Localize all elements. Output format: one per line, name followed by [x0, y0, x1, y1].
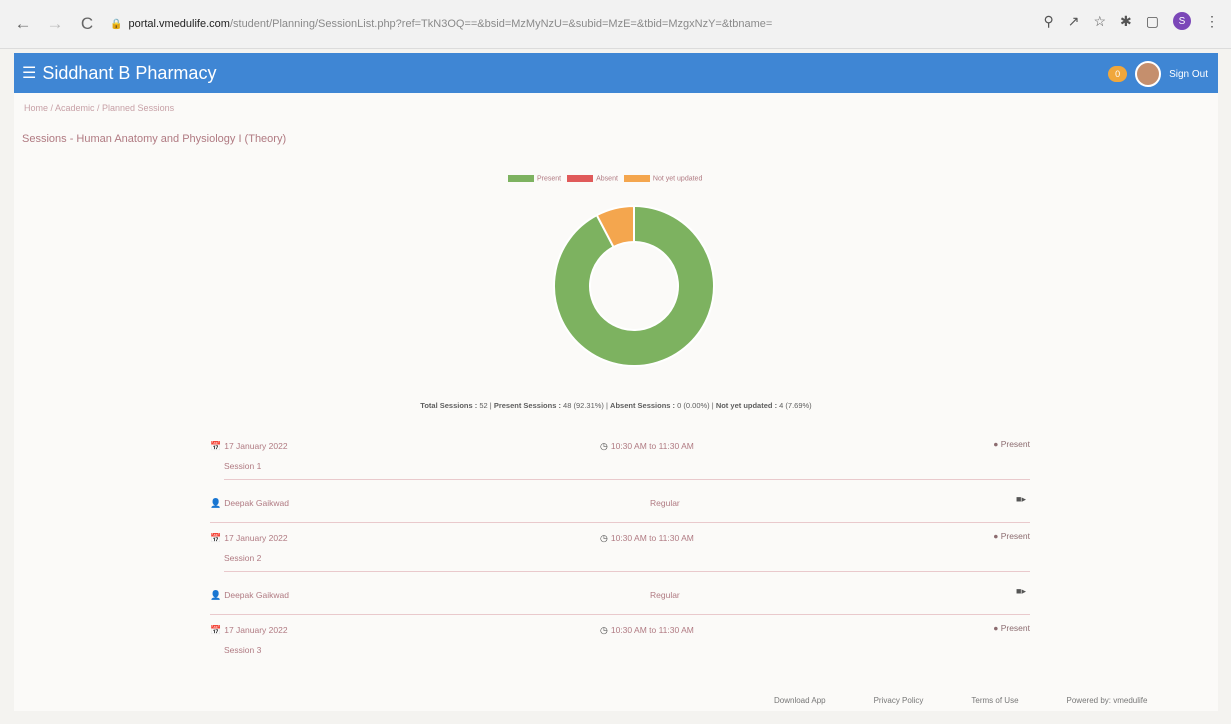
share-icon[interactable]: ↗ [1068, 13, 1080, 30]
calendar-icon: 📅 [210, 441, 222, 451]
teacher-name: 👤 Deepak Gaikwad [210, 590, 289, 601]
session-date-text: 17 January 2022 [224, 625, 288, 635]
attendance-donut [553, 204, 715, 367]
footer-download-app[interactable]: Download App [774, 696, 826, 705]
session-time: ◷ 10:30 AM to 11:30 AM [600, 441, 694, 452]
forward-button[interactable]: → [46, 14, 64, 34]
status-text: Present [1000, 439, 1030, 449]
page-title: Sessions - Human Anatomy and Physiology … [22, 133, 287, 145]
legend-present[interactable]: Present [508, 175, 561, 182]
session-date: 📅 17 January 2022 [210, 441, 288, 452]
footer-terms[interactable]: Terms of Use [971, 696, 1018, 705]
summary-total: 52 [479, 401, 488, 410]
session-date-text: 17 January 2022 [224, 441, 288, 451]
session-time-text: 10:30 AM to 11:30 AM [610, 441, 694, 451]
summary-not-updated: 4 (7.69%) [779, 401, 812, 410]
calendar-icon: 📅 [210, 625, 222, 635]
session-date: 📅 17 January 2022 [210, 533, 288, 544]
user-icon: 👤 [210, 590, 222, 600]
session-date: 📅 17 January 2022 [210, 625, 288, 636]
calendar-icon: 📅 [210, 533, 222, 543]
app-title-link[interactable]: ☰ Siddhant B Pharmacy [22, 63, 216, 84]
menu-icon[interactable]: ☰ [22, 63, 36, 83]
status-badge: ● Present [993, 531, 1030, 541]
footer-powered-by[interactable]: Powered by: vmedulife [1067, 696, 1148, 705]
legend-label-not-updated: Not yet updated [652, 175, 703, 183]
session-time: ◷ 10:30 AM to 11:30 AM [600, 533, 694, 544]
session-name: Session 3 [224, 645, 262, 655]
session-card[interactable]: 📅 17 January 2022 ◷ 10:30 AM to 11:30 AM ●… [210, 431, 1030, 480]
session-card[interactable]: 📅 17 January 2022 ◷ 10:30 AM to 11:30 AM ●… [210, 615, 1030, 663]
footer: Download App Privacy Policy Terms of Use… [774, 696, 1147, 705]
legend-swatch-absent [567, 175, 594, 182]
profile-avatar[interactable]: S [1173, 12, 1191, 30]
legend-absent[interactable]: Absent [567, 175, 618, 182]
session-name: Session 1 [224, 461, 262, 471]
chart-legend: Present Absent Not yet updated [508, 175, 702, 182]
address-bar[interactable]: 🔒 portal.vmedulife.com /student/Planning… [110, 18, 970, 30]
main-content: Home / Academic / Planned Sessions Sessi… [14, 93, 1218, 711]
sign-out-link[interactable]: Sign Out [1169, 69, 1208, 80]
teacher-name-text: Deepak Gaikwad [224, 498, 289, 508]
lock-icon: 🔒 [110, 18, 123, 30]
summary-absent-label: Absent Sessions : [610, 401, 676, 410]
video-icon[interactable]: ■▸ [1016, 494, 1026, 505]
summary-not-updated-label: Not yet updated : [715, 401, 778, 410]
session-card[interactable]: 📅 17 January 2022 ◷ 10:30 AM to 11:30 AM ●… [210, 523, 1030, 572]
summary-present: 48 (92.31%) [563, 401, 604, 410]
teacher-name-text: Deepak Gaikwad [224, 590, 289, 600]
session-type: Regular [650, 498, 680, 508]
status-text: Present [1000, 623, 1030, 633]
bookmark-star-icon[interactable]: ☆ [1093, 13, 1106, 30]
summary-absent: 0 (0.00%) [677, 401, 710, 410]
session-time-text: 10:30 AM to 11:30 AM [610, 625, 694, 635]
session-time: ◷ 10:30 AM to 11:30 AM [600, 625, 694, 636]
teacher-name: 👤 Deepak Gaikwad [210, 498, 289, 509]
notification-badge[interactable]: 0 [1108, 66, 1128, 82]
session-list: 📅 17 January 2022 ◷ 10:30 AM to 11:30 AM ●… [210, 431, 1030, 663]
status-text: Present [1000, 531, 1030, 541]
more-menu-icon[interactable]: ⋮ [1205, 13, 1219, 30]
status-badge: ● Present [993, 623, 1030, 633]
reload-button[interactable]: C [78, 14, 96, 34]
tab-window-icon[interactable]: ▢ [1146, 13, 1159, 30]
url-path: /student/Planning/SessionList.php?ref=Tk… [229, 18, 773, 30]
header-user-area: 0 Sign Out [1108, 61, 1208, 87]
summary-total-label: Total Sessions : [420, 401, 478, 410]
legend-label-absent: Absent [596, 175, 618, 183]
browser-actions: ⚲ ↗ ☆ ✱ ▢ S ⋮ [1043, 12, 1219, 30]
clock-icon: ◷ [600, 441, 608, 451]
session-date-text: 17 January 2022 [224, 533, 288, 543]
breadcrumb[interactable]: Home / Academic / Planned Sessions [24, 103, 174, 113]
session-name: Session 2 [224, 553, 262, 563]
status-badge: ● Present [993, 439, 1030, 449]
user-icon: 👤 [210, 498, 222, 508]
teacher-row: 👤 Deepak Gaikwad Regular ■▸ [210, 480, 1030, 523]
clock-icon: ◷ [600, 625, 608, 635]
legend-label-present: Present [537, 175, 562, 183]
back-button[interactable]: ← [14, 14, 32, 34]
zoom-icon[interactable]: ⚲ [1043, 13, 1053, 30]
browser-toolbar: ← → C 🔒 portal.vmedulife.com /student/Pl… [0, 0, 1231, 49]
video-icon[interactable]: ■▸ [1016, 586, 1026, 597]
url-host: portal.vmedulife.com [128, 18, 230, 30]
session-time-text: 10:30 AM to 11:30 AM [610, 533, 694, 543]
app-title: Siddhant B Pharmacy [42, 62, 217, 83]
extensions-icon[interactable]: ✱ [1120, 13, 1132, 30]
legend-not-updated[interactable]: Not yet updated [623, 175, 703, 183]
app-header: ☰ Siddhant B Pharmacy 0 Sign Out [14, 53, 1218, 93]
footer-privacy-policy[interactable]: Privacy Policy [874, 696, 924, 705]
user-avatar[interactable] [1135, 61, 1162, 87]
attendance-summary: Total Sessions : 52 | Present Sessions :… [420, 401, 812, 410]
summary-present-label: Present Sessions : [493, 401, 561, 410]
session-type: Regular [650, 590, 680, 600]
attendance-chart [539, 191, 729, 386]
legend-swatch-not-updated [623, 175, 650, 182]
legend-swatch-present [508, 175, 534, 182]
teacher-row: 👤 Deepak Gaikwad Regular ■▸ [210, 572, 1030, 615]
clock-icon: ◷ [600, 533, 608, 543]
